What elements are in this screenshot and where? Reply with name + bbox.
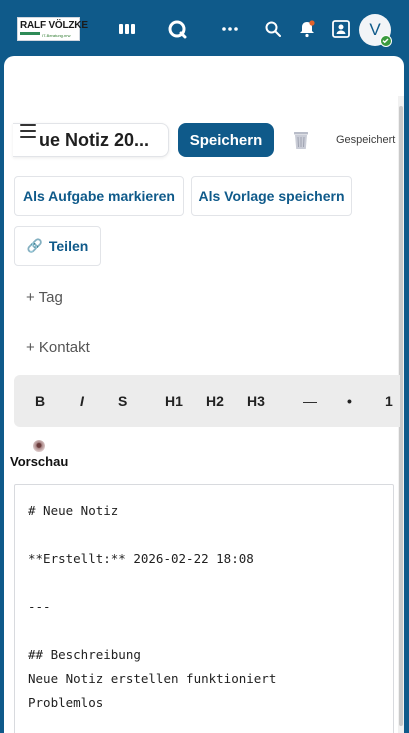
search-icon[interactable] — [262, 18, 284, 40]
apps-icon[interactable] — [116, 18, 138, 40]
avatar-initial: V — [369, 20, 381, 39]
heading3-button[interactable]: H3 — [247, 393, 265, 409]
add-tag-link[interactable]: + Tag — [26, 289, 63, 306]
logo[interactable]: RALF VÖLZKE IT-Beratung.nrw — [17, 17, 88, 41]
share-button[interactable]: 🔗 Teilen — [14, 226, 101, 266]
logo-text: RALF VÖLZKE — [20, 20, 88, 31]
trash-icon[interactable] — [292, 130, 310, 150]
logo-subtext: IT-Beratung.nrw — [42, 33, 71, 38]
note-editor-panel: ue Notiz 20... Speichern Gespeichert Als… — [4, 56, 404, 733]
note-title-input[interactable]: ue Notiz 20... — [13, 123, 169, 157]
share-label: Teilen — [48, 238, 89, 254]
preview-eye-icon[interactable] — [33, 440, 45, 452]
link-icon: 🔗 — [26, 238, 43, 253]
more-icon[interactable] — [219, 18, 241, 40]
save-status: Gespeichert — [336, 134, 396, 146]
heading1-button[interactable]: H1 — [165, 393, 183, 409]
contacts-icon[interactable] — [330, 18, 352, 40]
online-status-icon — [380, 35, 392, 47]
notifications-icon[interactable] — [296, 18, 318, 40]
avatar[interactable]: V — [359, 14, 392, 47]
add-contact-link[interactable]: + Kontakt — [26, 339, 90, 356]
formatting-toolbar: B I S H1 H2 H3 — • 1 — [14, 375, 400, 427]
strikethrough-button[interactable]: S — [118, 393, 127, 409]
italic-button[interactable]: I — [80, 393, 84, 409]
save-as-template-button[interactable]: Als Vorlage speichern — [191, 176, 352, 216]
mark-as-task-button[interactable]: Als Aufgabe markieren — [14, 176, 184, 216]
preview-toggle[interactable]: Vorschau — [10, 454, 68, 469]
markdown-editor[interactable]: # Neue Notiz **Erstellt:** 2026-02-22 18… — [14, 484, 394, 733]
search-circle-icon[interactable] — [166, 18, 188, 40]
heading2-button[interactable]: H2 — [206, 393, 224, 409]
bold-button[interactable]: B — [35, 393, 45, 409]
menu-icon[interactable] — [20, 124, 36, 138]
bullet-list-button[interactable]: • — [347, 393, 352, 409]
top-bar: RALF VÖLZKE IT-Beratung.nrw V — [0, 0, 409, 56]
logo-bar — [20, 32, 40, 35]
numbered-list-button[interactable]: 1 — [385, 393, 393, 409]
save-button[interactable]: Speichern — [178, 123, 274, 157]
horizontal-rule-button[interactable]: — — [303, 393, 317, 409]
